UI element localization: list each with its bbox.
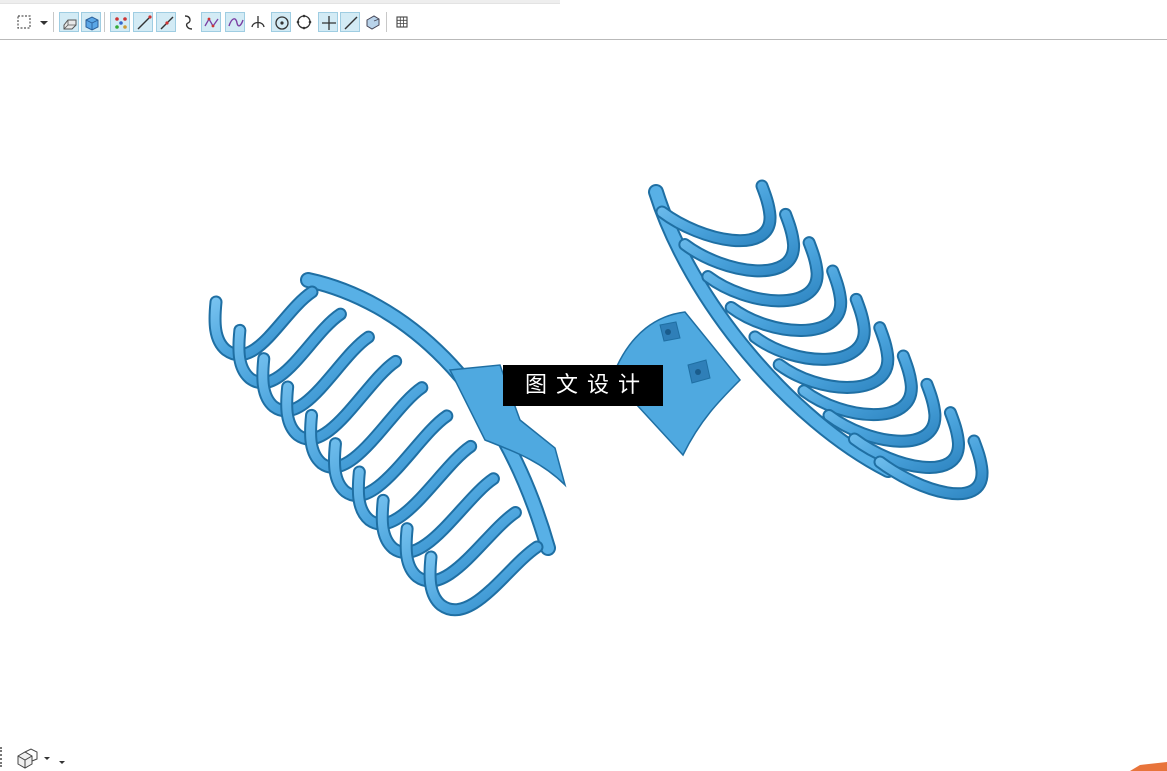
watermark-label: 图文设计 [503,365,663,406]
box-select-icon[interactable] [14,12,34,32]
corner-logo-fragment [1130,762,1167,771]
dropdown-arrow-icon[interactable] [34,12,48,32]
view-cube-icon[interactable] [14,747,40,769]
toolbar-separator [104,12,105,32]
line-end-snap-icon[interactable] [133,12,153,32]
ribbon-edge [0,0,560,4]
dropdown-arrow-icon[interactable] [57,757,67,767]
toolbar-separator [53,12,54,32]
panel-grip [0,747,6,767]
grid-icon[interactable] [392,12,412,32]
graphics-viewport[interactable]: 图文设计 [0,41,1167,771]
point-snap-icon[interactable] [110,12,130,32]
right-clip-half [611,179,989,501]
circle-quadrant-icon[interactable] [294,12,314,32]
wireframe-solid-icon[interactable] [59,12,79,32]
shaded-solid-icon[interactable] [81,12,101,32]
left-clip-half [208,272,567,617]
spline-curve-icon[interactable] [225,12,245,32]
graphics-toolbar [0,0,1167,40]
line-mid-snap-icon[interactable] [156,12,176,32]
face-select-icon[interactable] [363,12,383,32]
dropdown-arrow-icon[interactable] [42,753,52,763]
intersection-icon[interactable] [248,12,268,32]
circle-center-icon[interactable] [271,12,291,32]
view-controls-bar [0,745,80,771]
spline-point-icon[interactable] [201,12,221,32]
toolbar-separator [386,12,387,32]
clip-3d-model [208,179,989,617]
crosshair-icon[interactable] [318,12,338,32]
curve-snap-icon[interactable] [179,12,199,32]
tangent-line-icon[interactable] [340,12,360,32]
